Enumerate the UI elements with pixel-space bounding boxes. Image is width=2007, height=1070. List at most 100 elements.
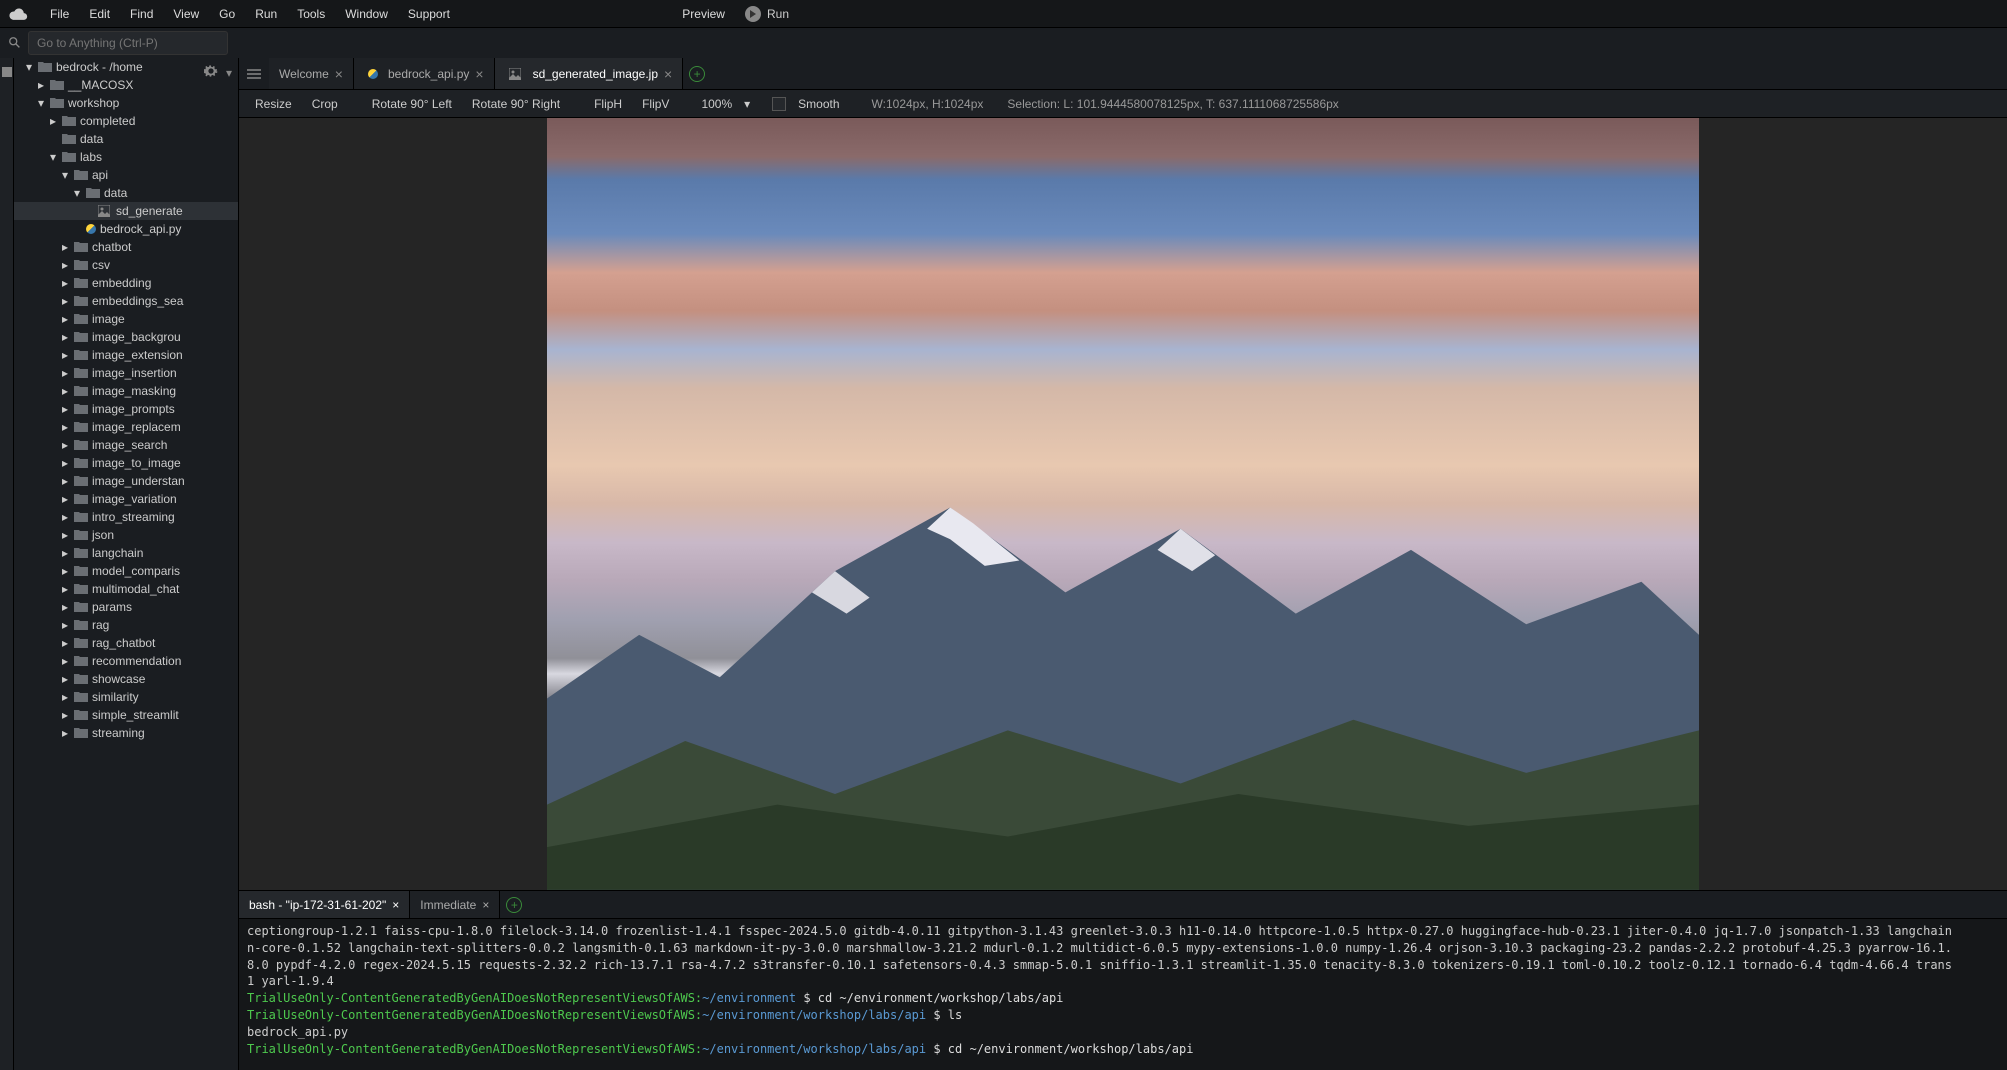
fliph-button[interactable]: FlipH: [586, 93, 630, 115]
tree-row[interactable]: sd_generate: [14, 202, 238, 220]
tree-row[interactable]: bedrock_api.py: [14, 220, 238, 238]
tree-row[interactable]: ▸image_backgrou: [14, 328, 238, 346]
tree-row[interactable]: ▸model_comparis: [14, 562, 238, 580]
terminal-line: 8.0 pypdf-4.2.0 regex-2024.5.15 requests…: [247, 957, 1999, 974]
tree-row[interactable]: ▸csv: [14, 256, 238, 274]
menu-go[interactable]: Go: [209, 3, 245, 25]
tree-row[interactable]: ▸intro_streaming: [14, 508, 238, 526]
editor-tab[interactable]: bedrock_api.py×: [354, 58, 495, 89]
chevron-icon: ▾: [24, 60, 34, 74]
tree-row[interactable]: ▸image_extension: [14, 346, 238, 364]
run-label: Run: [767, 7, 789, 21]
tree-row[interactable]: ▾api: [14, 166, 238, 184]
flipv-button[interactable]: FlipV: [634, 93, 677, 115]
image-canvas-area[interactable]: [239, 118, 2007, 890]
zoom-dropdown[interactable]: ▾: [740, 95, 754, 113]
tree-row[interactable]: data: [14, 130, 238, 148]
tree-row[interactable]: ▸image_variation: [14, 490, 238, 508]
terminal-content[interactable]: ceptiongroup-1.2.1 faiss-cpu-1.8.0 filel…: [239, 919, 2007, 1070]
close-icon[interactable]: ×: [482, 898, 489, 912]
terminal-tab[interactable]: Immediate×: [410, 891, 500, 918]
tree-row[interactable]: ▸completed: [14, 112, 238, 130]
chevron-icon: ▸: [60, 636, 70, 650]
menu-run[interactable]: Run: [245, 3, 287, 25]
folder-icon: [74, 349, 88, 361]
tree-row[interactable]: ▸similarity: [14, 688, 238, 706]
folder-icon: [74, 421, 88, 433]
tree-row[interactable]: ▸multimodal_chat: [14, 580, 238, 598]
tree-row[interactable]: ▸image_search: [14, 436, 238, 454]
tab-add-button[interactable]: +: [683, 58, 711, 89]
tree-row[interactable]: ▸chatbot: [14, 238, 238, 256]
tree-label: labs: [80, 150, 102, 164]
tree-label: image_extension: [92, 348, 183, 362]
chevron-icon: ▸: [60, 312, 70, 326]
tab-list-icon[interactable]: [239, 58, 269, 89]
run-button[interactable]: Run: [735, 2, 799, 26]
tree-row[interactable]: ▸image_prompts: [14, 400, 238, 418]
tree-row[interactable]: ▸langchain: [14, 544, 238, 562]
folder-icon: [50, 97, 64, 109]
cloud9-logo-icon[interactable]: [8, 6, 28, 22]
tree-row[interactable]: ▾labs: [14, 148, 238, 166]
editor-tab[interactable]: Welcome×: [269, 58, 354, 89]
rotate-left-button[interactable]: Rotate 90° Left: [364, 93, 460, 115]
tree-row[interactable]: ▸showcase: [14, 670, 238, 688]
menu-window[interactable]: Window: [335, 3, 398, 25]
close-icon[interactable]: ×: [392, 898, 399, 912]
tree-row[interactable]: ▾workshop: [14, 94, 238, 112]
menu-tools[interactable]: Tools: [287, 3, 335, 25]
tree-label: image_replacem: [92, 420, 181, 434]
terminal-tab[interactable]: bash - "ip-172-31-61-202"×: [239, 891, 410, 918]
close-icon[interactable]: ×: [335, 66, 343, 82]
terminal-line: TrialUseOnly-ContentGeneratedByGenAIDoes…: [247, 990, 1999, 1007]
menu-find[interactable]: Find: [120, 3, 163, 25]
tree-label: image_search: [92, 438, 167, 452]
tree-row[interactable]: ▸params: [14, 598, 238, 616]
tree-row[interactable]: ▾data: [14, 184, 238, 202]
tree-row[interactable]: ▸rag: [14, 616, 238, 634]
folder-icon: [74, 673, 88, 685]
menu-edit[interactable]: Edit: [79, 3, 120, 25]
menu-view[interactable]: View: [163, 3, 209, 25]
gear-icon[interactable]: [204, 64, 218, 81]
tree-row[interactable]: ▸embeddings_sea: [14, 292, 238, 310]
folder-icon: [50, 79, 64, 91]
terminal-line: TrialUseOnly-ContentGeneratedByGenAIDoes…: [247, 1007, 1999, 1024]
tree-row[interactable]: ▸embedding: [14, 274, 238, 292]
tree-row[interactable]: ▸image: [14, 310, 238, 328]
chevron-icon: ▸: [60, 510, 70, 524]
resize-button[interactable]: Resize: [247, 93, 300, 115]
tree-row[interactable]: ▸json: [14, 526, 238, 544]
preview-button[interactable]: Preview: [672, 3, 735, 25]
editor-tab[interactable]: sd_generated_image.jp×: [495, 58, 684, 89]
rotate-right-button[interactable]: Rotate 90° Right: [464, 93, 568, 115]
environment-icon[interactable]: [2, 66, 12, 80]
tree-menu-icon[interactable]: ▾: [226, 66, 232, 80]
tree-row[interactable]: ▸image_replacem: [14, 418, 238, 436]
crop-button[interactable]: Crop: [304, 93, 346, 115]
image-file-icon: [509, 68, 523, 80]
tree-row[interactable]: ▸image_understan: [14, 472, 238, 490]
tree-row[interactable]: ▸simple_streamlit: [14, 706, 238, 724]
folder-icon: [74, 727, 88, 739]
close-icon[interactable]: ×: [664, 66, 672, 82]
smooth-checkbox[interactable]: [772, 97, 786, 111]
tree-row[interactable]: ▸image_to_image: [14, 454, 238, 472]
chevron-icon: ▸: [60, 240, 70, 254]
tree-label: similarity: [92, 690, 139, 704]
tree-row[interactable]: ▸image_masking: [14, 382, 238, 400]
tree-row[interactable]: ▸recommendation: [14, 652, 238, 670]
menu-support[interactable]: Support: [398, 3, 460, 25]
tree-row[interactable]: ▸streaming: [14, 724, 238, 742]
tree-row[interactable]: ▸image_insertion: [14, 364, 238, 382]
chevron-icon: ▸: [60, 600, 70, 614]
terminal-line: bedrock_api.py: [247, 1024, 1999, 1041]
tree-row[interactable]: ▸rag_chatbot: [14, 634, 238, 652]
chevron-icon: ▸: [60, 366, 70, 380]
menu-file[interactable]: File: [40, 3, 79, 25]
terminal-add-button[interactable]: +: [500, 891, 528, 918]
goto-anything-input[interactable]: [28, 31, 228, 55]
close-icon[interactable]: ×: [475, 66, 483, 82]
tree-label: json: [92, 528, 114, 542]
